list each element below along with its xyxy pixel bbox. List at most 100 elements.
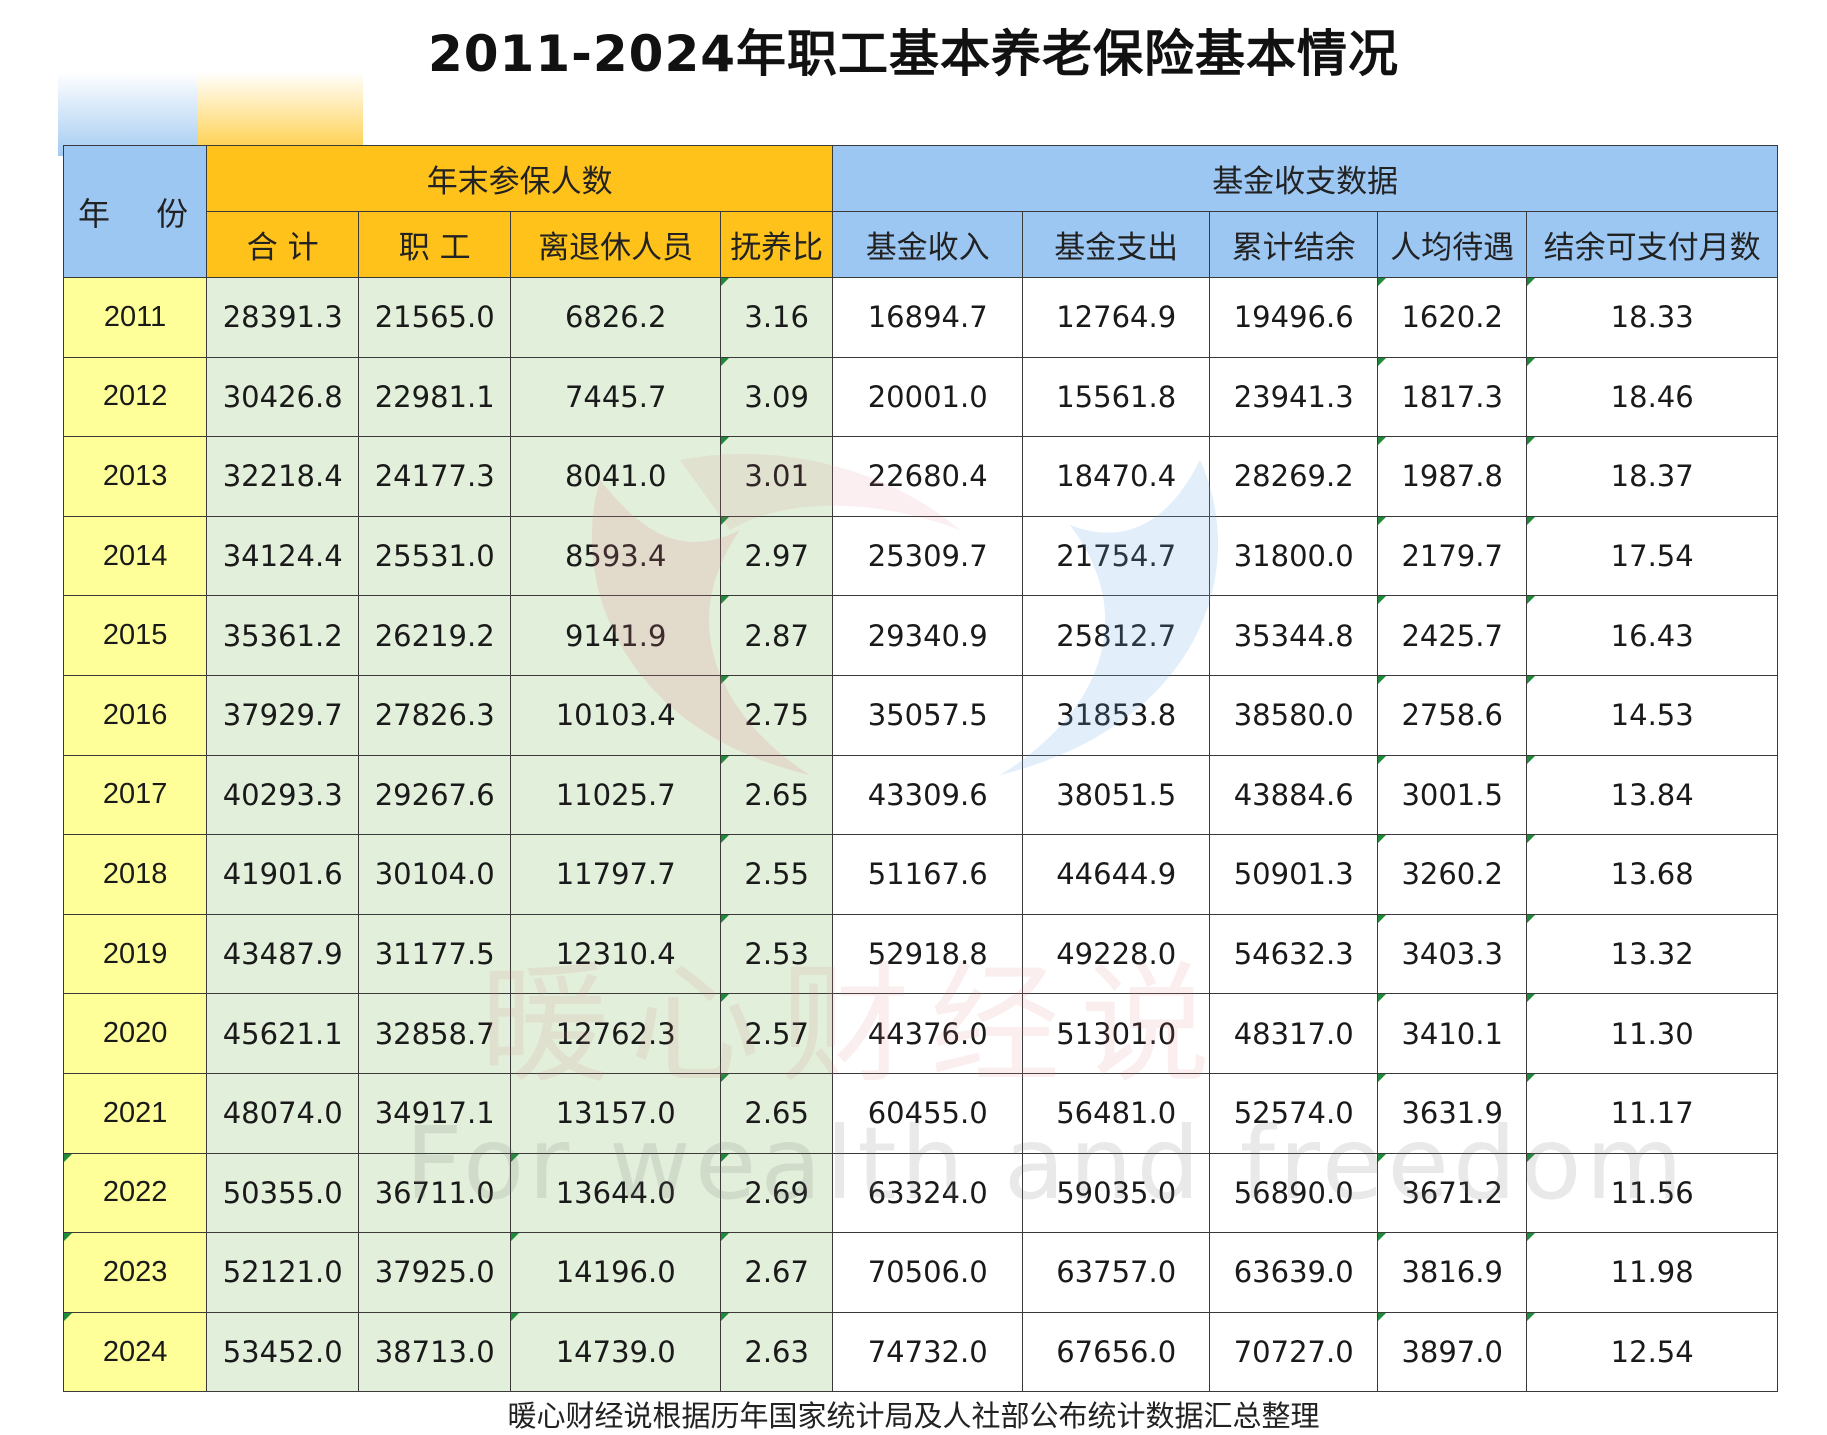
year-cell: 2014 [62, 515, 208, 597]
table-cell: 56890.0 [1209, 1152, 1379, 1234]
table-cell: 30104.0 [358, 834, 512, 915]
table-cell: 16.43 [1526, 595, 1779, 676]
table-cell: 30426.8 [206, 356, 360, 438]
table-row: 2017 40293.3 29267.6 11025.7 2.65 43309.6 3805… [62, 754, 1779, 836]
table-cell: 1987.8 [1377, 436, 1528, 517]
table-cell: 2.63 [720, 1311, 834, 1393]
table-row: 2015 35361.2 26219.2 9141.9 2.87 29340.9 25812… [62, 595, 1779, 676]
table-cell: 22680.4 [832, 436, 1024, 517]
table-cell: 18.46 [1526, 356, 1779, 438]
table-cell: 2.75 [720, 674, 834, 756]
table-cell: 35057.5 [832, 674, 1024, 756]
table-cell: 7445.7 [510, 356, 722, 438]
table-cell: 38051.5 [1022, 754, 1211, 836]
table-row: 2019 43487.9 31177.5 12310.4 2.53 52918.8 4922… [62, 913, 1779, 995]
table-cell: 11.56 [1526, 1152, 1779, 1234]
table-cell: 25812.7 [1022, 595, 1211, 676]
table-cell: 63757.0 [1022, 1232, 1211, 1313]
table-cell: 14196.0 [510, 1232, 722, 1313]
column-header: 结余可支付月数 [1526, 211, 1779, 278]
pension-table: 年 份 年末参保人数 基金收支数据 合 计职 工离退休人员 抚养比 基金收入 基金支出… [62, 145, 1779, 1393]
table-cell: 2.57 [720, 993, 834, 1074]
table-cell: 11.17 [1526, 1072, 1779, 1154]
table-cell: 51301.0 [1022, 993, 1211, 1074]
table-cell: 3260.2 [1377, 834, 1528, 915]
table-cell: 10103.4 [510, 674, 722, 756]
table-cell: 34124.4 [206, 515, 360, 597]
table-row: 2021 48074.0 34917.1 13157.0 2.65 60455.0 5648… [62, 1072, 1779, 1154]
table-cell: 16894.7 [832, 277, 1024, 358]
table-cell: 11025.7 [510, 754, 722, 836]
table-cell: 25531.0 [358, 515, 512, 597]
table-cell: 52121.0 [206, 1232, 360, 1313]
table-cell: 12.54 [1526, 1311, 1779, 1393]
table-cell: 38580.0 [1209, 674, 1379, 756]
table-cell: 2.53 [720, 913, 834, 995]
table-cell: 13.32 [1526, 913, 1779, 995]
table-cell: 3816.9 [1377, 1232, 1528, 1313]
year-cell: 2016 [62, 674, 208, 756]
table-cell: 2.87 [720, 595, 834, 676]
table-cell: 50901.3 [1209, 834, 1379, 915]
table-row: 2013 32218.4 24177.3 8041.0 3.01 22680.4 18470… [62, 436, 1779, 517]
table-cell: 53452.0 [206, 1311, 360, 1393]
table-cell: 20001.0 [832, 356, 1024, 438]
table-cell: 43487.9 [206, 913, 360, 995]
table-cell: 12764.9 [1022, 277, 1211, 358]
table-cell: 14.53 [1526, 674, 1779, 756]
year-cell: 2024 [62, 1311, 208, 1393]
table-cell: 3671.2 [1377, 1152, 1528, 1234]
table-cell: 2.67 [720, 1232, 834, 1313]
table-cell: 11.30 [1526, 993, 1779, 1074]
table-cell: 34917.1 [358, 1072, 512, 1154]
table-cell: 17.54 [1526, 515, 1779, 597]
table-cell: 45621.1 [206, 993, 360, 1074]
table-cell: 74732.0 [832, 1311, 1024, 1393]
table-row: 2023 52121.0 37925.0 14196.0 2.67 70506.0 6375… [62, 1232, 1779, 1313]
table-cell: 18470.4 [1022, 436, 1211, 517]
table-cell: 50355.0 [206, 1152, 360, 1234]
table-cell: 21754.7 [1022, 515, 1211, 597]
table-cell: 3.01 [720, 436, 834, 517]
table-cell: 9141.9 [510, 595, 722, 676]
table-cell: 8041.0 [510, 436, 722, 517]
table-cell: 3410.1 [1377, 993, 1528, 1074]
table-cell: 44376.0 [832, 993, 1024, 1074]
table-cell: 32858.7 [358, 993, 512, 1074]
table-cell: 13.84 [1526, 754, 1779, 836]
table-cell: 36711.0 [358, 1152, 512, 1234]
column-header: 基金收入 [832, 211, 1024, 278]
table-row: 2014 34124.4 25531.0 8593.4 2.97 25309.7 21754… [62, 515, 1779, 597]
year-cell: 2020 [62, 993, 208, 1074]
table-row: 2022 50355.0 36711.0 13644.0 2.69 63324.0 5903… [62, 1152, 1779, 1234]
table-cell: 56481.0 [1022, 1072, 1211, 1154]
table-cell: 35344.8 [1209, 595, 1379, 676]
table-cell: 2.55 [720, 834, 834, 915]
column-header: 基金支出 [1022, 211, 1211, 278]
year-cell: 2011 [62, 277, 208, 358]
table-cell: 38713.0 [358, 1311, 512, 1393]
source-note: 暖心财经说根据历年国家统计局及人社部公布统计数据汇总整理 [507, 1399, 1320, 1433]
year-cell: 2023 [62, 1232, 208, 1313]
table-cell: 60455.0 [832, 1072, 1024, 1154]
table-cell: 29267.6 [358, 754, 512, 836]
table-cell: 8593.4 [510, 515, 722, 597]
table-cell: 31177.5 [358, 913, 512, 995]
table-cell: 67656.0 [1022, 1311, 1211, 1393]
table-row: 2016 37929.7 27826.3 10103.4 2.75 35057.5 3185… [62, 674, 1779, 756]
header-group-fund: 基金收支数据 [832, 145, 1779, 212]
table-cell: 3.16 [720, 277, 834, 358]
table-cell: 2.65 [720, 754, 834, 836]
header-year: 年 份 [62, 145, 208, 278]
table-cell: 13644.0 [510, 1152, 722, 1234]
table-cell: 19496.6 [1209, 277, 1379, 358]
year-cell: 2017 [62, 754, 208, 836]
table-cell: 2.65 [720, 1072, 834, 1154]
table-cell: 21565.0 [358, 277, 512, 358]
table-cell: 28391.3 [206, 277, 360, 358]
year-cell: 2015 [62, 595, 208, 676]
table-cell: 15561.8 [1022, 356, 1211, 438]
column-header: 抚养比 [720, 211, 834, 278]
table-cell: 52918.8 [832, 913, 1024, 995]
table-cell: 51167.6 [832, 834, 1024, 915]
